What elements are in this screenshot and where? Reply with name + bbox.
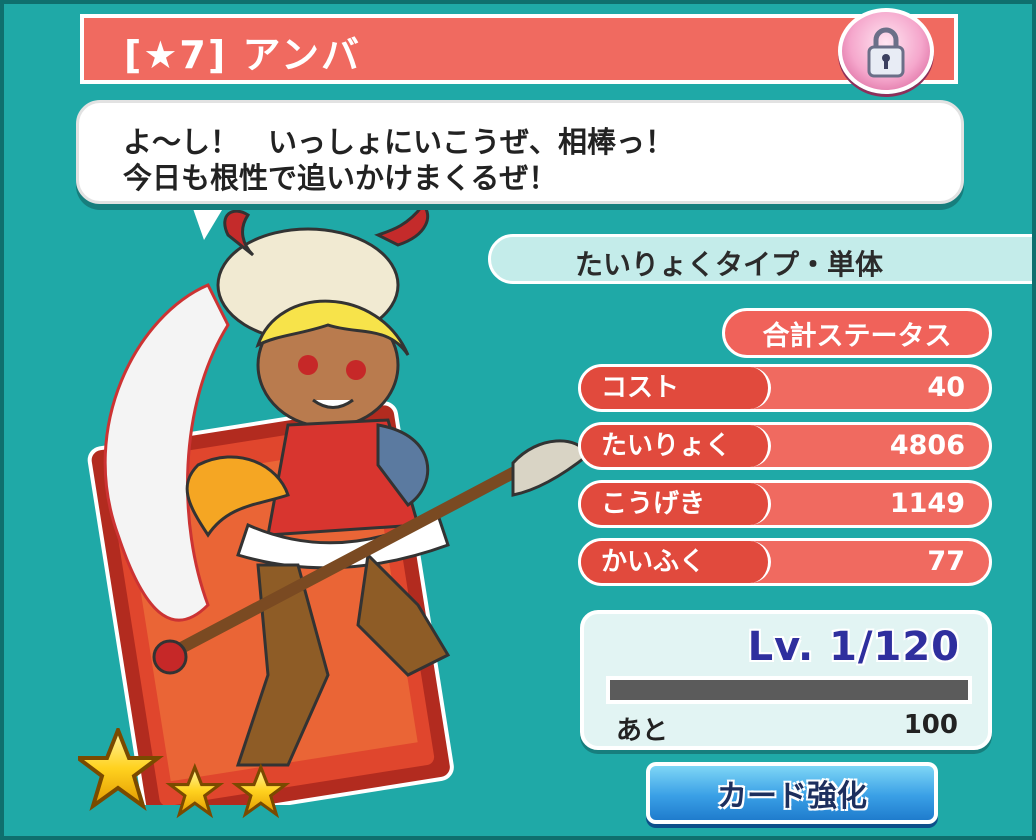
star-icon — [231, 763, 291, 819]
exp-remaining-label: あと — [616, 716, 669, 746]
stat-name: こうげき — [581, 483, 771, 525]
lock-icon — [867, 27, 905, 78]
rarity-stars — [78, 728, 291, 819]
speech-bubble-tail — [190, 200, 228, 240]
stat-name: たいりょく — [581, 425, 771, 467]
stat-row-attack: こうげき 1149 — [578, 480, 992, 528]
speech-bubble: よ～し！ いっしょにいこうぜ、相棒っ！ 今日も根性で追いかけまくるぜ！ — [76, 100, 964, 204]
stat-row-recovery: かいふく 77 — [578, 538, 992, 586]
card-title-bar: [★7] アンバ — [80, 14, 958, 84]
exp-bar-frame — [606, 676, 972, 704]
card-enhance-button[interactable]: カード強化 — [646, 762, 938, 824]
stat-row-cost: コスト 40 — [578, 364, 992, 412]
stat-name: かいふく — [581, 541, 771, 583]
lock-button[interactable] — [838, 8, 934, 94]
card-type-text: たいりょくタイプ・単体 — [575, 248, 884, 281]
speech-line-2: 今日も根性で追いかけまくるぜ！ — [123, 161, 558, 195]
exp-remaining-value: 100 — [903, 710, 958, 740]
total-status-label: 合計ステータス — [722, 308, 992, 358]
level-text: Lv. 1/120 — [747, 624, 960, 670]
exp-bar — [610, 680, 968, 700]
stat-value: 4806 — [889, 430, 965, 461]
star-icon — [78, 728, 164, 812]
card-type-banner: たいりょくタイプ・単体 — [488, 234, 1036, 284]
card-title: [★7] アンバ — [124, 33, 361, 77]
level-panel: Lv. 1/120 あと 100 — [580, 610, 992, 750]
stat-name: コスト — [581, 367, 771, 409]
stat-value: 1149 — [889, 488, 965, 519]
character-illustration — [87, 205, 590, 805]
stat-row-hp: たいりょく 4806 — [578, 422, 992, 470]
star-icon — [165, 763, 225, 819]
stat-value: 40 — [927, 372, 965, 403]
stat-value: 77 — [927, 546, 965, 577]
